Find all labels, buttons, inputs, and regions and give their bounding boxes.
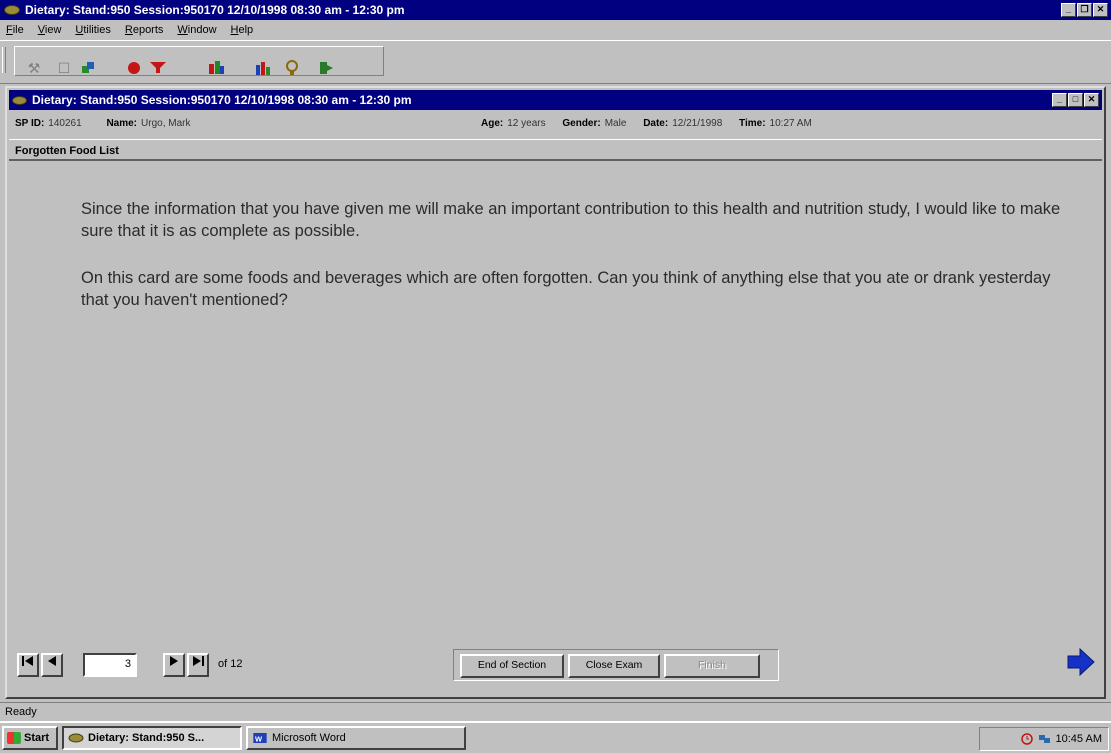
taskbar: Start Dietary: Stand:950 S... W Microsof… xyxy=(0,721,1111,753)
menu-view[interactable]: View xyxy=(38,24,62,36)
taskbar-item-word[interactable]: W Microsoft Word xyxy=(246,726,466,750)
previous-page-button[interactable] xyxy=(41,653,63,677)
funnel-icon[interactable] xyxy=(149,60,167,76)
menu-window[interactable]: Window xyxy=(177,24,216,36)
date-label: Date: xyxy=(643,118,669,129)
chart-icon[interactable] xyxy=(207,60,225,76)
taskbar-item-dietary-label: Dietary: Stand:950 S... xyxy=(88,732,205,744)
flag-icon[interactable] xyxy=(79,60,97,76)
clock-time: 10:45 AM xyxy=(1055,733,1102,745)
close-button[interactable]: ✕ xyxy=(1093,3,1108,17)
child-title-bar: Dietary: Stand:950 Session:950170 12/10/… xyxy=(9,90,1102,110)
previous-icon xyxy=(48,656,56,666)
close-exam-button[interactable]: Close Exam xyxy=(568,654,660,678)
start-button[interactable]: Start xyxy=(2,726,58,750)
toolbar-group: ⚒ ☐ xyxy=(14,46,384,76)
start-label: Start xyxy=(24,732,50,744)
app-icon xyxy=(4,5,20,15)
restore-button[interactable]: ❐ xyxy=(1077,3,1092,17)
menu-file[interactable]: File xyxy=(6,24,24,36)
svg-text:W: W xyxy=(255,734,263,743)
sp-id-value: 140261 xyxy=(48,118,82,129)
gender-value: Male xyxy=(604,118,627,129)
record-icon[interactable] xyxy=(125,60,143,76)
page-number-input[interactable]: 3 xyxy=(83,653,137,677)
exit-icon[interactable] xyxy=(317,60,335,76)
menu-bar: File View Utilities Reports Window Help xyxy=(0,20,1111,40)
last-page-icon xyxy=(193,656,204,666)
first-page-button[interactable] xyxy=(17,653,39,677)
menu-reports[interactable]: Reports xyxy=(125,24,164,36)
finish-button[interactable]: Finish xyxy=(664,654,760,678)
child-maximize-button[interactable]: □ xyxy=(1068,93,1083,107)
toolbar-handle[interactable] xyxy=(2,47,6,73)
taskbar-item-word-label: Microsoft Word xyxy=(272,732,346,744)
network-tray-icon[interactable] xyxy=(1038,733,1052,745)
bulb-icon[interactable] xyxy=(283,60,301,76)
participant-info-bar: SP ID: 140261 Name: Urgo, Mark Age: 12 year… xyxy=(9,112,1102,136)
question-text: Since the information that you have give… xyxy=(81,198,1061,336)
gender-label: Gender: xyxy=(562,118,601,129)
sp-id-label: SP ID: xyxy=(15,118,45,129)
menu-help[interactable]: Help xyxy=(231,24,254,36)
first-page-icon xyxy=(22,656,33,666)
end-of-section-button[interactable]: End of Section xyxy=(460,654,564,678)
next-arrow-icon[interactable] xyxy=(1066,647,1096,677)
navigation-bar: 3 of 12 End of Section Close Exam Finish xyxy=(9,633,1102,693)
time-label: Time: xyxy=(739,118,766,129)
last-page-button[interactable] xyxy=(187,653,209,677)
app-title: Dietary: Stand:950 Session:950170 12/10/… xyxy=(25,3,405,17)
tool-icon[interactable]: ⚒ xyxy=(25,60,43,76)
child-close-button[interactable]: ✕ xyxy=(1084,93,1099,107)
next-icon xyxy=(170,656,178,666)
child-app-icon xyxy=(12,95,27,105)
time-value: 10:27 AM xyxy=(769,118,812,129)
section-buttons: End of Section Close Exam Finish xyxy=(453,649,779,681)
minimize-button[interactable]: _ xyxy=(1061,3,1076,17)
age-value: 12 years xyxy=(507,118,546,129)
child-minimize-button[interactable]: _ xyxy=(1052,93,1067,107)
child-window: Dietary: Stand:950 Session:950170 12/10/… xyxy=(5,86,1106,699)
status-text: Ready xyxy=(5,706,37,718)
word-icon: W xyxy=(253,733,267,743)
next-page-button[interactable] xyxy=(163,653,185,677)
clock-tray-icon[interactable] xyxy=(1020,733,1034,745)
dietary-app-icon xyxy=(68,733,84,743)
date-value: 12/21/1998 xyxy=(672,118,723,129)
system-tray: 10:45 AM xyxy=(979,727,1109,751)
question-paragraph-2: On this card are some foods and beverage… xyxy=(81,269,1051,309)
question-paragraph-1: Since the information that you have give… xyxy=(81,200,1061,240)
taskbar-item-dietary[interactable]: Dietary: Stand:950 S... xyxy=(62,726,242,750)
status-bar: Ready xyxy=(0,702,1111,720)
name-value: Urgo, Mark xyxy=(141,118,191,129)
name-label: Name: xyxy=(106,118,138,129)
menu-utilities[interactable]: Utilities xyxy=(75,24,110,36)
windows-logo-icon xyxy=(7,732,21,744)
page-count: of 12 xyxy=(218,658,243,670)
new-document-icon[interactable]: ☐ xyxy=(55,60,73,76)
child-title: Dietary: Stand:950 Session:950170 12/10/… xyxy=(32,93,412,107)
stats-icon[interactable] xyxy=(255,60,273,76)
toolbar: ⚒ ☐ xyxy=(0,40,1111,84)
section-title: Forgotten Food List xyxy=(9,139,1102,161)
app-title-bar: Dietary: Stand:950 Session:950170 12/10/… xyxy=(0,0,1111,20)
age-label: Age: xyxy=(481,118,504,129)
